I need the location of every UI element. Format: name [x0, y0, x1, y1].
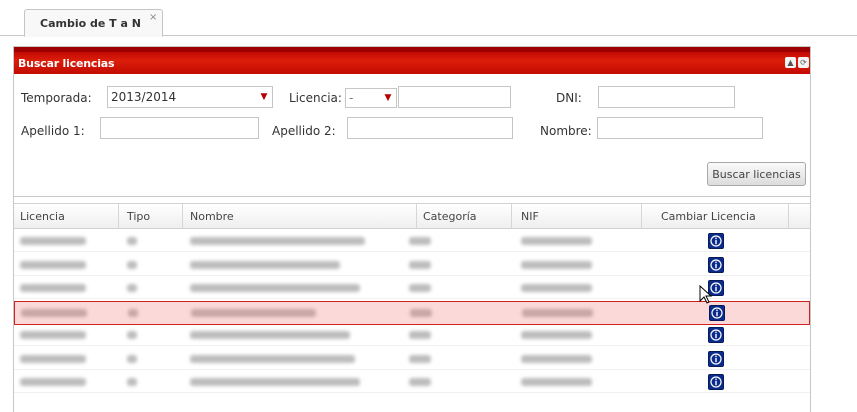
obscured-cell [410, 308, 432, 317]
licencia-input[interactable] [398, 86, 511, 108]
chevron-down-icon: ▼ [260, 92, 268, 102]
obscured-cell [409, 354, 431, 363]
table-row[interactable] [14, 324, 810, 346]
tab-close-icon[interactable]: × [149, 13, 157, 23]
chevron-down-icon: ▼ [384, 93, 392, 103]
collapse-icon[interactable]: ▲ [785, 57, 796, 68]
tab-label: Cambio de T a N [40, 17, 141, 30]
obscured-cell [190, 354, 355, 363]
dni-input[interactable] [598, 86, 735, 108]
panel-title: Buscar licencias [18, 57, 115, 70]
table-row[interactable] [14, 371, 810, 393]
buscar-licencias-button[interactable]: Buscar licencias [707, 162, 806, 186]
obscured-cell [521, 354, 592, 363]
apellido2-label: Apellido 2: [272, 124, 336, 138]
temporada-select[interactable]: 2013/2014 ▼ [107, 86, 273, 108]
temporada-value: 2013/2014 [111, 90, 177, 104]
refresh-icon[interactable]: ⟳ [798, 57, 809, 68]
apellido2-input[interactable] [347, 117, 513, 139]
obscured-cell [20, 284, 86, 292]
table-row[interactable] [14, 348, 810, 370]
nombre-label: Nombre: [540, 124, 592, 138]
table-row[interactable] [14, 230, 810, 252]
obscured-cell [190, 284, 360, 292]
search-panel: Buscar licencias ▲ ⟳ Temporada: 2013/201… [13, 46, 811, 412]
obscured-cell [20, 378, 86, 386]
column-separator [788, 204, 789, 229]
divider [14, 196, 810, 197]
obscured-cell [409, 237, 431, 245]
info-icon[interactable] [708, 374, 724, 390]
licencia-select-value: - [349, 91, 354, 105]
obscured-cell [20, 331, 86, 339]
column-header-cambiar-licencia[interactable]: Cambiar Licencia [661, 210, 756, 223]
obscured-cell [127, 237, 137, 245]
obscured-cell [127, 331, 137, 339]
obscured-cell [127, 354, 137, 363]
column-separator [118, 204, 119, 229]
obscured-cell [409, 260, 431, 269]
column-separator [641, 204, 642, 229]
dni-label: DNI: [556, 91, 582, 105]
obscured-cell [409, 284, 431, 292]
obscured-cell [521, 331, 592, 339]
obscured-cell [190, 237, 365, 245]
column-header-nombre[interactable]: Nombre [190, 210, 234, 223]
column-separator [182, 204, 183, 229]
mouse-cursor-icon [699, 285, 713, 304]
obscured-cell [521, 237, 592, 245]
tab-cambio-t-a-n[interactable]: Cambio de T a N × [24, 9, 163, 37]
info-icon[interactable] [708, 256, 724, 273]
obscured-cell [190, 331, 350, 339]
table-row[interactable] [14, 277, 810, 299]
info-icon[interactable] [708, 350, 724, 367]
obscured-cell [522, 308, 593, 317]
info-icon[interactable] [709, 304, 725, 321]
column-header-categoria[interactable]: Categoría [423, 210, 477, 223]
column-header-licencia[interactable]: Licencia [20, 210, 65, 223]
obscured-cell [521, 284, 592, 292]
obscured-cell [190, 260, 340, 269]
obscured-cell [20, 354, 86, 363]
obscured-cell [521, 260, 592, 269]
obscured-cell [190, 378, 360, 386]
tab-strip: Cambio de T a N × [0, 0, 857, 37]
column-separator [416, 204, 417, 229]
panel-header: Buscar licencias ▲ ⟳ [14, 47, 810, 74]
obscured-cell [128, 308, 138, 317]
table-row[interactable] [14, 300, 810, 325]
obscured-cell [191, 308, 316, 317]
licencia-select[interactable]: - ▼ [345, 88, 397, 108]
grid-header: Licencia Tipo Nombre Categoría NIF Cambi… [14, 203, 810, 229]
column-header-tipo[interactable]: Tipo [127, 210, 150, 223]
column-header-nif[interactable]: NIF [521, 210, 539, 223]
table-row[interactable] [14, 254, 810, 276]
obscured-cell [20, 237, 86, 245]
info-icon[interactable] [708, 233, 724, 249]
apellido1-label: Apellido 1: [21, 124, 85, 138]
info-icon[interactable] [708, 327, 724, 343]
obscured-cell [21, 308, 87, 317]
obscured-cell [127, 284, 137, 292]
temporada-label: Temporada: [21, 91, 92, 105]
obscured-cell [409, 378, 431, 386]
column-separator [511, 204, 512, 229]
obscured-cell [20, 260, 86, 269]
obscured-cell [409, 331, 431, 339]
apellido1-input[interactable] [100, 117, 259, 139]
obscured-cell [127, 260, 137, 269]
obscured-cell [127, 378, 137, 386]
obscured-cell [521, 378, 592, 386]
nombre-input[interactable] [597, 117, 763, 139]
licencia-label: Licencia: [289, 91, 342, 105]
